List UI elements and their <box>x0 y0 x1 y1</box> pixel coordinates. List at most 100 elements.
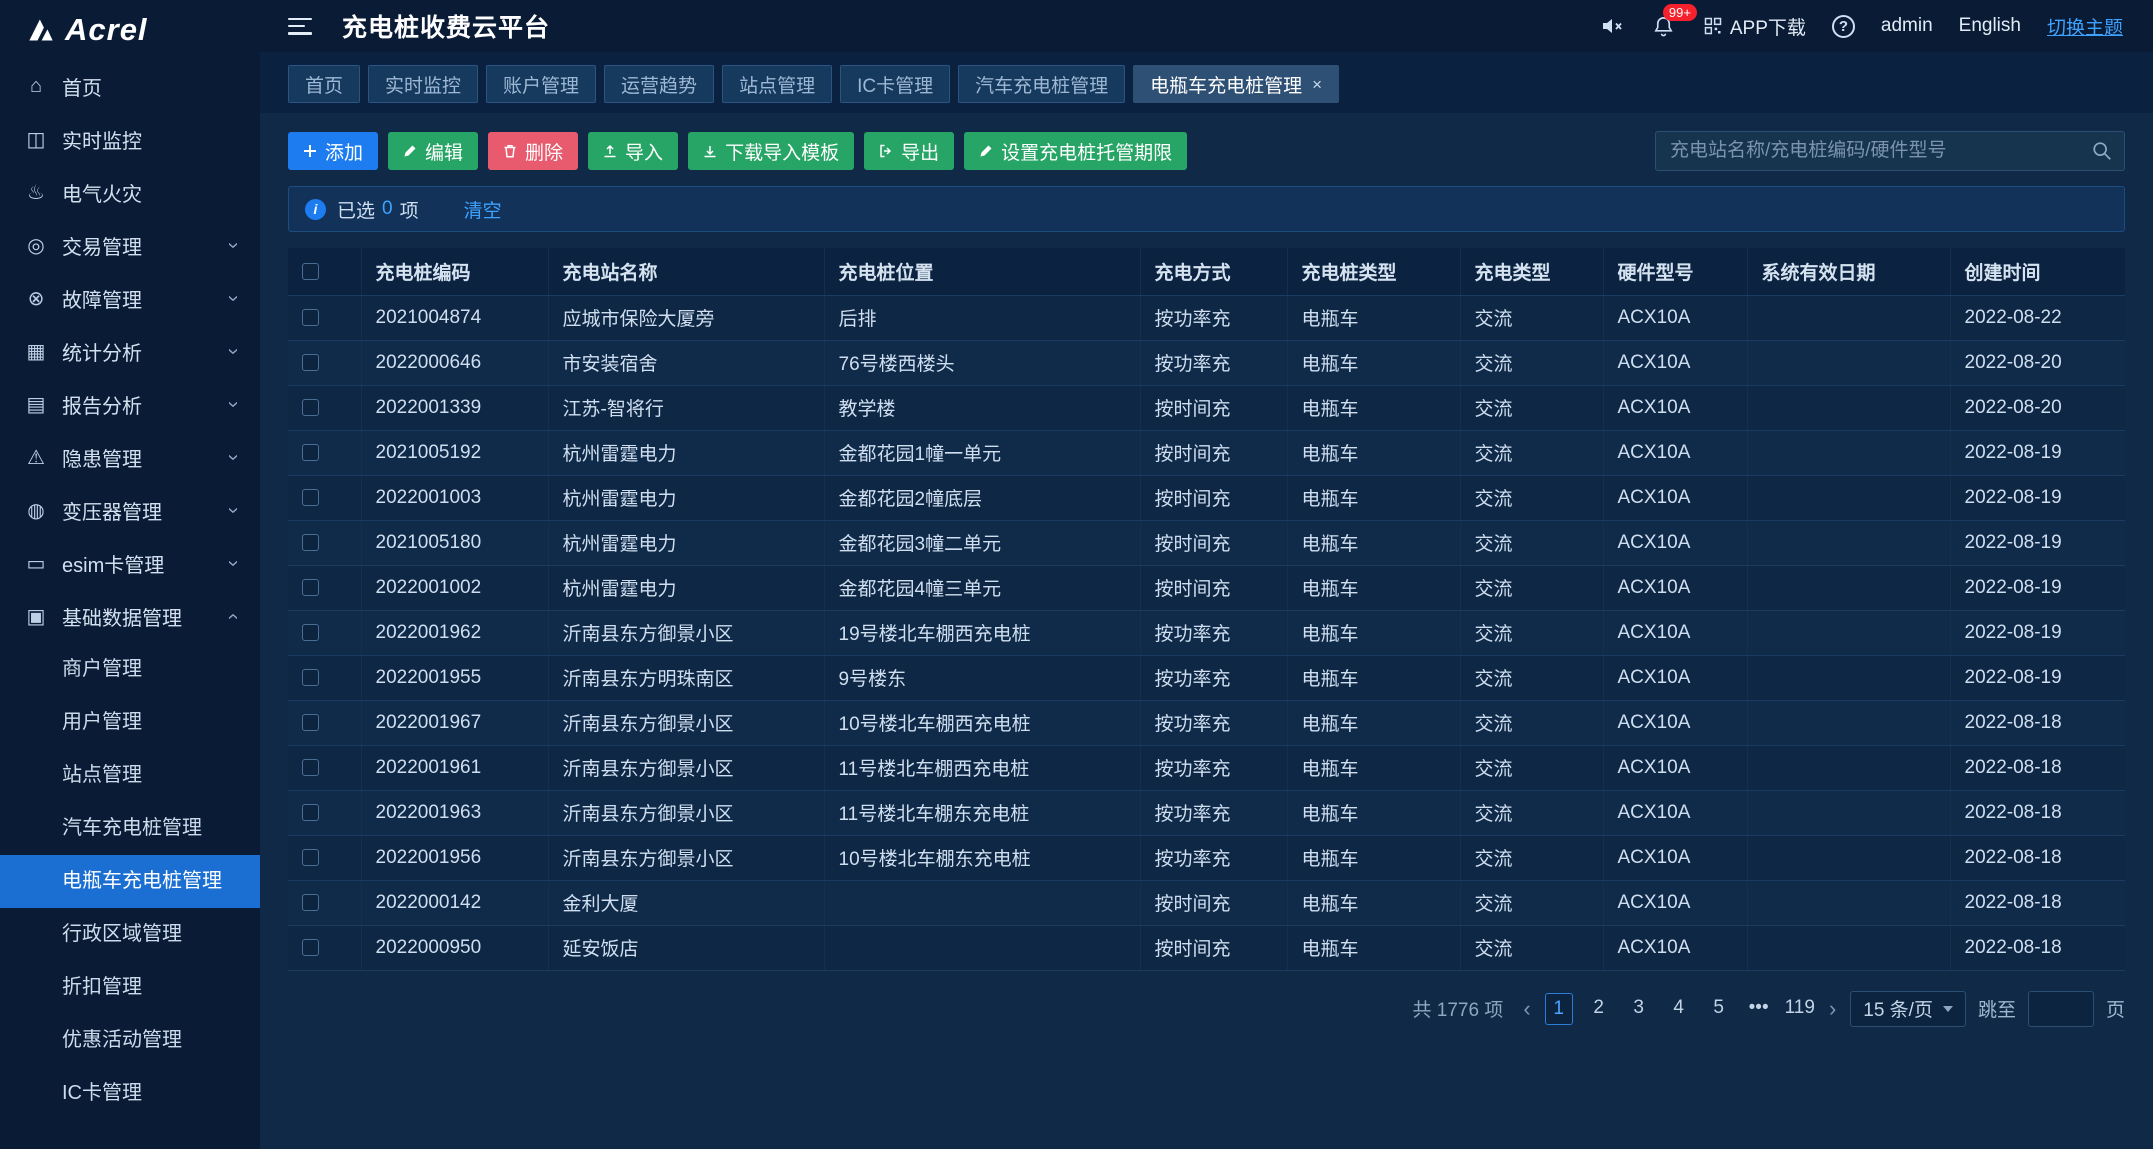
page-number[interactable]: 5 <box>1705 993 1733 1025</box>
table-row[interactable]: 2021004874 应城市保险大厦旁 后排 按功率充 电瓶车 交流 ACX10… <box>288 295 2125 340</box>
tab[interactable]: 账户管理 <box>486 65 596 103</box>
row-checkbox[interactable] <box>302 534 319 551</box>
tab-label: 运营趋势 <box>621 71 697 98</box>
tab[interactable]: 汽车充电桩管理 <box>958 65 1125 103</box>
row-checkbox[interactable] <box>302 309 319 326</box>
sidebar-item[interactable]: ▭ esim卡管理 <box>0 537 260 590</box>
page-size-select[interactable]: 15 条/页 <box>1850 991 1966 1027</box>
table-row[interactable]: 2022000142 金利大厦 按时间充 电瓶车 交流 ACX10A 2022-… <box>288 880 2125 925</box>
prev-page-icon[interactable] <box>1521 996 1532 1022</box>
jump-page-input[interactable] <box>2028 991 2094 1027</box>
sidebar-subitem[interactable]: 行政区域管理 <box>0 908 260 961</box>
col-header-pile-type: 充电桩类型 <box>1287 248 1460 295</box>
search-icon[interactable] <box>2091 140 2113 162</box>
username[interactable]: admin <box>1881 15 1933 37</box>
tab[interactable]: 电瓶车充电桩管理 <box>1133 65 1339 103</box>
sidebar-subitem[interactable]: IC卡管理 <box>0 1067 260 1120</box>
row-checkbox[interactable] <box>302 939 319 956</box>
mute-speaker-icon[interactable] <box>1599 13 1625 39</box>
table-row[interactable]: 2022001962 沂南县东方御景小区 19号楼北车棚西充电桩 按功率充 电瓶… <box>288 610 2125 655</box>
row-checkbox[interactable] <box>302 804 319 821</box>
sidebar-item[interactable]: ◎ 交易管理 <box>0 219 260 272</box>
row-checkbox[interactable] <box>302 579 319 596</box>
sidebar-item[interactable]: ▤ 报告分析 <box>0 378 260 431</box>
set-period-button[interactable]: 设置充电桩托管期限 <box>964 132 1187 170</box>
sidebar-item[interactable]: ♨ 电气火灾 <box>0 166 260 219</box>
col-header-method: 充电方式 <box>1140 248 1287 295</box>
select-all-checkbox[interactable] <box>302 263 319 280</box>
table-row[interactable]: 2022000950 延安饭店 按时间充 电瓶车 交流 ACX10A 2022-… <box>288 925 2125 970</box>
table-row[interactable]: 2022001961 沂南县东方御景小区 11号楼北车棚西充电桩 按功率充 电瓶… <box>288 745 2125 790</box>
table-row[interactable]: 2022001339 江苏-智将行 教学楼 按时间充 电瓶车 交流 ACX10A… <box>288 385 2125 430</box>
cell-model: ACX10A <box>1603 340 1747 385</box>
tab[interactable]: IC卡管理 <box>840 65 950 103</box>
row-checkbox[interactable] <box>302 714 319 731</box>
table-row[interactable]: 2022000646 市安装宿舍 76号楼西楼头 按功率充 电瓶车 交流 ACX… <box>288 340 2125 385</box>
sidebar-subitem[interactable]: 站点管理 <box>0 749 260 802</box>
page-number[interactable]: 119 <box>1785 993 1815 1025</box>
sidebar-subitem[interactable]: 优惠活动管理 <box>0 1014 260 1067</box>
row-checkbox[interactable] <box>302 849 319 866</box>
page-number[interactable]: ••• <box>1745 993 1773 1025</box>
sidebar-subitem[interactable]: 汽车充电桩管理 <box>0 802 260 855</box>
table-row[interactable]: 2022001963 沂南县东方御景小区 11号楼北车棚东充电桩 按功率充 电瓶… <box>288 790 2125 835</box>
sidebar-item[interactable]: ▣ 基础数据管理 <box>0 590 260 643</box>
sidebar-item[interactable]: ⊗ 故障管理 <box>0 272 260 325</box>
sidebar-item[interactable]: ▦ 统计分析 <box>0 325 260 378</box>
next-page-icon[interactable] <box>1827 996 1838 1022</box>
page-number[interactable]: 3 <box>1625 993 1653 1025</box>
language-switch[interactable]: English <box>1959 15 2021 37</box>
table-row[interactable]: 2022001003 杭州雷霆电力 金都花园2幢底层 按时间充 电瓶车 交流 A… <box>288 475 2125 520</box>
sidebar-item[interactable]: ◍ 变压器管理 <box>0 484 260 537</box>
sidebar-subitem[interactable]: 折扣管理 <box>0 961 260 1014</box>
sidebar-item[interactable]: ⌂ 首页 <box>0 60 260 113</box>
sidebar-subitem[interactable]: 商户管理 <box>0 643 260 696</box>
cell-station: 杭州雷霆电力 <box>548 520 824 565</box>
sidebar-item-label: 变压器管理 <box>62 496 212 525</box>
export-button[interactable]: 导出 <box>864 132 954 170</box>
search-input[interactable] <box>1655 131 2125 171</box>
sidebar-subitem[interactable]: 用户管理 <box>0 696 260 749</box>
page-number[interactable]: 1 <box>1545 993 1573 1025</box>
menu-collapse-icon[interactable] <box>288 18 312 35</box>
table-row[interactable]: 2022001955 沂南县东方明珠南区 9号楼东 按功率充 电瓶车 交流 AC… <box>288 655 2125 700</box>
row-checkbox[interactable] <box>302 669 319 686</box>
tab-close-icon[interactable] <box>1312 76 1322 93</box>
row-checkbox[interactable] <box>302 489 319 506</box>
help-icon[interactable] <box>1832 15 1855 38</box>
cell-method: 按时间充 <box>1140 520 1287 565</box>
download-icon <box>703 144 717 158</box>
row-checkbox[interactable] <box>302 399 319 416</box>
row-checkbox[interactable] <box>302 894 319 911</box>
table-row[interactable]: 2022001956 沂南县东方御景小区 10号楼北车棚东充电桩 按功率充 电瓶… <box>288 835 2125 880</box>
row-checkbox[interactable] <box>302 624 319 641</box>
app-root: Acrel ⌂ 首页 ◫ 实时监控 ♨ 电气火灾 <box>0 0 2153 1149</box>
download-template-button[interactable]: 下载导入模板 <box>688 132 854 170</box>
tab[interactable]: 站点管理 <box>722 65 832 103</box>
notification-bell-icon[interactable]: 99+ <box>1651 13 1677 39</box>
table-row[interactable]: 2021005180 杭州雷霆电力 金都花园3幢二单元 按时间充 电瓶车 交流 … <box>288 520 2125 565</box>
add-button[interactable]: 添加 <box>288 132 378 170</box>
page-number[interactable]: 4 <box>1665 993 1693 1025</box>
app-download-link[interactable]: APP下载 <box>1703 13 1806 40</box>
sidebar-subitem[interactable]: 电瓶车充电桩管理 <box>0 855 260 908</box>
import-button[interactable]: 导入 <box>588 132 678 170</box>
edit-button[interactable]: 编辑 <box>388 132 478 170</box>
row-checkbox[interactable] <box>302 354 319 371</box>
tab[interactable]: 首页 <box>288 65 360 103</box>
tab[interactable]: 运营趋势 <box>604 65 714 103</box>
page-number[interactable]: 2 <box>1585 993 1613 1025</box>
table-row[interactable]: 2021005192 杭州雷霆电力 金都花园1幢一单元 按时间充 电瓶车 交流 … <box>288 430 2125 475</box>
row-checkbox[interactable] <box>302 444 319 461</box>
delete-button[interactable]: 删除 <box>488 132 578 170</box>
sidebar-item[interactable]: ⚠ 隐患管理 <box>0 431 260 484</box>
theme-switch-link[interactable]: 切换主题 <box>2047 13 2123 40</box>
sidebar-item[interactable]: ◫ 实时监控 <box>0 113 260 166</box>
pagination: 共 1776 项 1 2 3 4 5 ••• <box>288 991 2125 1027</box>
tab[interactable]: 实时监控 <box>368 65 478 103</box>
table-row[interactable]: 2022001002 杭州雷霆电力 金都花园4幢三单元 按时间充 电瓶车 交流 … <box>288 565 2125 610</box>
cell-model: ACX10A <box>1603 835 1747 880</box>
clear-selection-link[interactable]: 清空 <box>464 196 502 223</box>
row-checkbox[interactable] <box>302 759 319 776</box>
table-row[interactable]: 2022001967 沂南县东方御景小区 10号楼北车棚西充电桩 按功率充 电瓶… <box>288 700 2125 745</box>
